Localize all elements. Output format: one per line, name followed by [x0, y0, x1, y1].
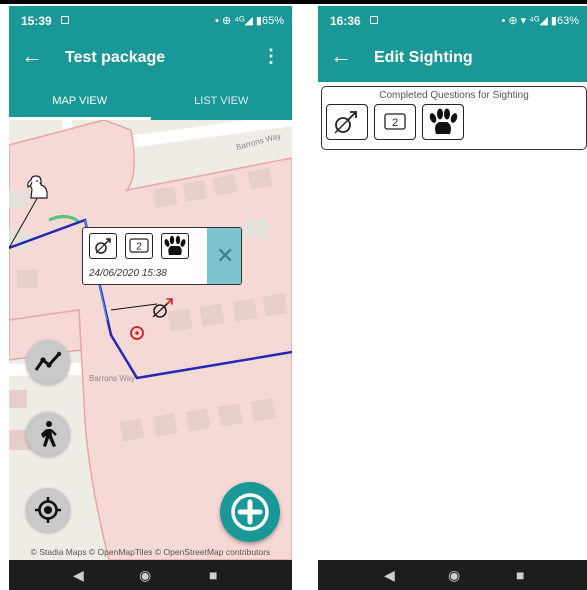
page-title: Test package: [65, 49, 166, 66]
nav-recent-button[interactable]: ■: [516, 567, 524, 583]
street-label-bottom: Barrons Way: [89, 374, 135, 383]
status-bar: 16:36 • ⊕ ▾ ⁴ᴳ◢ ▮63%: [318, 6, 587, 34]
app-bar: ← Edit Sighting: [318, 34, 587, 82]
question-count[interactable]: 2: [374, 104, 416, 140]
add-sighting-button[interactable]: [220, 482, 280, 542]
locate-target-icon: [35, 497, 61, 523]
popup-close-button[interactable]: ✕: [207, 228, 241, 284]
paw-print-icon: [429, 108, 458, 134]
overflow-menu-icon[interactable]: ⋮: [262, 46, 280, 67]
back-arrow-icon[interactable]: ←: [21, 44, 43, 68]
locate-me-button[interactable]: [26, 488, 70, 532]
panel-title: Completed Questions for Sighting: [379, 90, 529, 101]
add-circle-icon: [231, 493, 269, 531]
sighting-date: 24/06/2020 15:38: [89, 268, 167, 279]
walk-mode-button[interactable]: [26, 412, 70, 456]
question-paw-print[interactable]: [422, 104, 464, 140]
close-icon: ✕: [216, 243, 235, 268]
popup-male-neutered-box: [89, 233, 117, 259]
notification-icon: [370, 16, 378, 24]
track-line-icon: [34, 351, 62, 371]
male-neutered-icon[interactable]: [150, 295, 176, 321]
walking-person-icon: [41, 421, 57, 447]
dog-icon[interactable]: [23, 174, 51, 200]
nav-back-button[interactable]: ◀: [384, 567, 395, 583]
nav-recent-button[interactable]: ■: [209, 567, 217, 583]
screen-map-view: 15:39 • ⊕ ⁴ᴳ◢ ▮65% ← Test package ⋮ MAP …: [9, 6, 292, 590]
svg-text:2: 2: [392, 117, 398, 129]
popup-paw-box: [161, 233, 189, 259]
top-divider: [0, 0, 587, 4]
nav-back-button[interactable]: ◀: [73, 567, 84, 583]
track-line-button[interactable]: [26, 340, 70, 384]
paw-print-icon: [164, 235, 186, 255]
male-neutered-icon: [334, 111, 357, 134]
tab-map-view[interactable]: MAP VIEW: [9, 82, 151, 120]
back-arrow-icon[interactable]: ←: [330, 44, 352, 68]
street-label-top: Barrons Way: [235, 131, 282, 152]
nav-home-button[interactable]: ◉: [139, 567, 151, 583]
sighting-popup[interactable]: 2 24/06/2020 15:38 ✕: [82, 227, 242, 285]
popup-count-box: 2: [125, 233, 153, 259]
completed-questions-panel: Completed Questions for Sighting 2: [321, 86, 587, 150]
status-indicators: • ⊕ ⁴ᴳ◢ ▮65%: [215, 15, 284, 27]
male-neutered-icon: [95, 238, 111, 254]
status-indicators: • ⊕ ▾ ⁴ᴳ◢ ▮63%: [501, 15, 579, 27]
status-time: 16:36: [330, 14, 361, 28]
map-canvas[interactable]: Barrons Way Barrons Way 2 24/06/2020 15:…: [9, 120, 292, 560]
nav-home-button[interactable]: ◉: [448, 567, 460, 583]
question-male-neutered[interactable]: [326, 104, 368, 140]
notification-icon: [61, 16, 69, 24]
count-icon: 2: [384, 113, 406, 130]
screen-edit-sighting: 16:36 • ⊕ ▾ ⁴ᴳ◢ ▮63% ← Edit Sighting Com…: [318, 6, 587, 590]
app-bar: ← Test package ⋮: [9, 34, 292, 82]
status-time: 15:39: [21, 14, 52, 28]
tab-list-view[interactable]: LIST VIEW: [151, 82, 293, 120]
svg-text:2: 2: [136, 242, 142, 253]
map-attribution: © Stadia Maps © OpenMapTiles © OpenStree…: [30, 547, 271, 557]
count-icon: 2: [129, 238, 149, 253]
system-nav-bar: ◀ ◉ ■: [318, 560, 587, 590]
status-bar: 15:39 • ⊕ ⁴ᴳ◢ ▮65%: [9, 6, 292, 34]
view-tabs: MAP VIEW LIST VIEW: [9, 82, 292, 120]
system-nav-bar: ◀ ◉ ■: [9, 560, 292, 590]
page-title: Edit Sighting: [374, 49, 473, 66]
